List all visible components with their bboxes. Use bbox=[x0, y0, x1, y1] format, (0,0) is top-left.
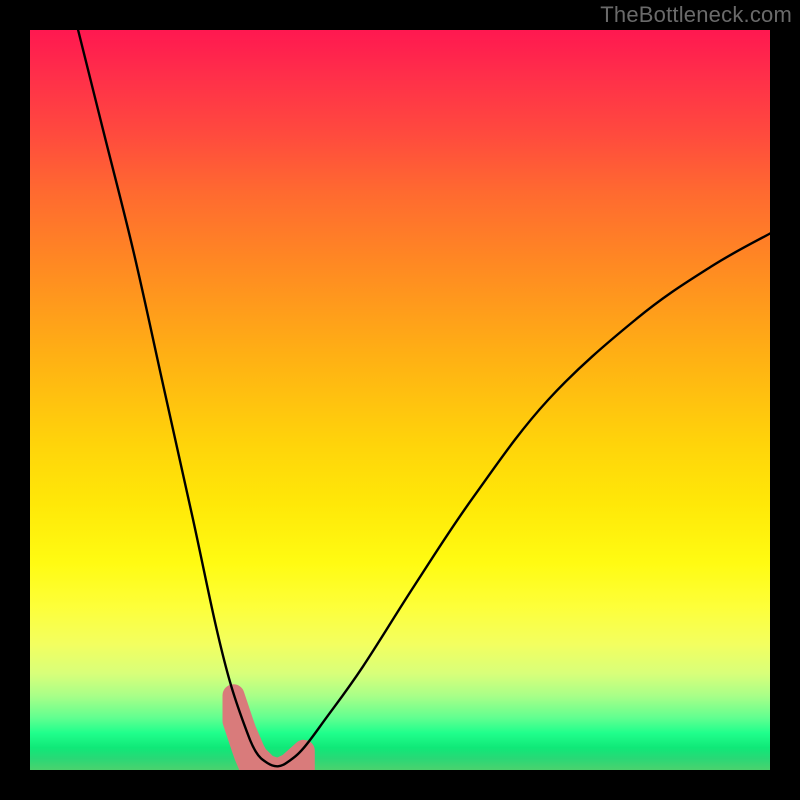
chart-frame: TheBottleneck.com bbox=[0, 0, 800, 800]
plot-area bbox=[30, 30, 770, 770]
watermark-text: TheBottleneck.com bbox=[600, 2, 792, 28]
chart-svg bbox=[30, 30, 770, 770]
curve-group bbox=[78, 30, 770, 766]
